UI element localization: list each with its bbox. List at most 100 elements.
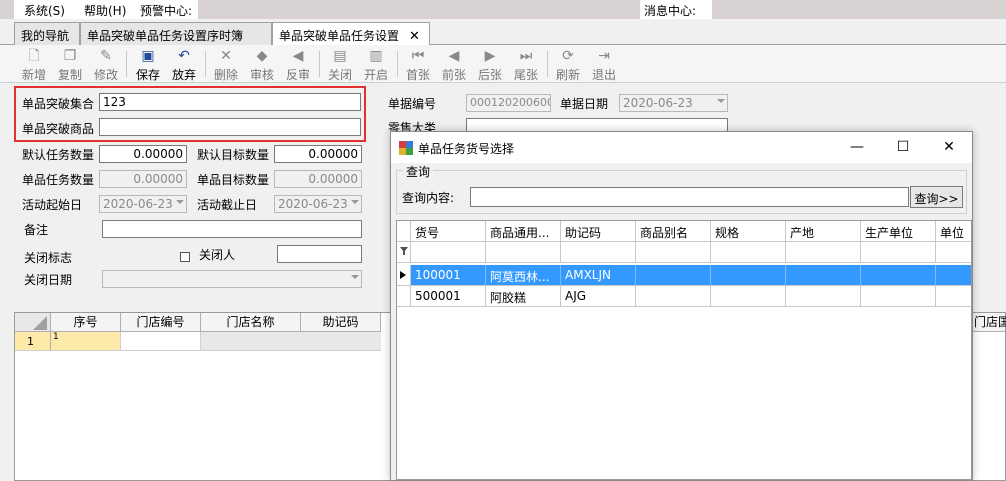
- table-row[interactable]: 500001 阿胶糕 AJG: [397, 286, 971, 307]
- column-header[interactable]: 门店国: [970, 313, 1006, 332]
- dialog-title-bar[interactable]: 单品任务货号选择 — ☐ ✕: [391, 132, 972, 163]
- name-cell[interactable]: 阿莫西林...: [486, 265, 561, 286]
- alias-cell[interactable]: [636, 286, 711, 307]
- filter-cell[interactable]: [636, 242, 711, 263]
- delete-icon: ✕: [220, 48, 232, 64]
- filter-cell[interactable]: [486, 242, 561, 263]
- column-header[interactable]: 单位: [936, 221, 971, 242]
- discard-button[interactable]: ↶ 放弃: [167, 47, 201, 82]
- first-button[interactable]: ⏮ 首张: [401, 47, 435, 82]
- toolbar-separator: [547, 51, 548, 77]
- app-icon: [399, 141, 413, 155]
- maker-cell[interactable]: [861, 265, 936, 286]
- column-header[interactable]: 商品通用...: [486, 221, 561, 242]
- code-cell[interactable]: 500001: [411, 286, 486, 307]
- sequence-cell[interactable]: 1: [51, 332, 121, 351]
- edit-button[interactable]: ✎ 修改: [89, 47, 123, 82]
- column-header[interactable]: 门店名称: [201, 313, 301, 332]
- column-header[interactable]: 门店编号: [121, 313, 201, 332]
- spec-cell[interactable]: [711, 286, 786, 307]
- menu-alert-center[interactable]: 预警中心:: [140, 2, 192, 19]
- row-number[interactable]: 1: [15, 332, 51, 351]
- column-header[interactable]: 助记码: [301, 313, 381, 332]
- close-button[interactable]: ✕: [939, 138, 959, 156]
- category-input[interactable]: [466, 118, 728, 131]
- new-button[interactable]: 🗋 新增: [17, 47, 51, 82]
- origin-cell[interactable]: [786, 265, 861, 286]
- chevron-down-icon[interactable]: [351, 275, 359, 279]
- close-date-input[interactable]: [102, 270, 362, 288]
- close-icon[interactable]: ✕: [409, 29, 420, 44]
- default-target-input[interactable]: 0.00000: [274, 145, 362, 163]
- origin-cell[interactable]: [786, 286, 861, 307]
- select-all-icon: [33, 316, 47, 330]
- unapprove-button[interactable]: ◀ 反审: [281, 47, 315, 82]
- maker-cell[interactable]: [861, 286, 936, 307]
- delete-button[interactable]: ✕ 删除: [209, 47, 243, 82]
- filter-icon[interactable]: [397, 242, 411, 263]
- filter-cell[interactable]: [711, 242, 786, 263]
- column-header[interactable]: 助记码: [561, 221, 636, 242]
- start-date-value: 2020-06-23: [103, 197, 173, 211]
- refresh-button[interactable]: ⟳ 刷新: [551, 47, 585, 82]
- name-cell[interactable]: 阿胶糕: [486, 286, 561, 307]
- item-target-input[interactable]: 0.00000: [274, 170, 362, 188]
- exit-button[interactable]: ⇥ 退出: [587, 47, 621, 82]
- unit-cell[interactable]: [936, 265, 971, 286]
- menu-system[interactable]: 系统(S): [24, 2, 65, 19]
- column-header[interactable]: 产地: [786, 221, 861, 242]
- chevron-down-icon[interactable]: [717, 99, 725, 103]
- column-header[interactable]: 生产单位: [861, 221, 936, 242]
- query-input[interactable]: [470, 187, 909, 207]
- start-date-input[interactable]: 2020-06-23: [99, 195, 187, 213]
- column-header[interactable]: 序号: [51, 313, 121, 332]
- tab-task-setting[interactable]: 单品突破单品任务设置 ✕: [272, 22, 430, 46]
- filter-cell[interactable]: [861, 242, 936, 263]
- mnemonic-cell[interactable]: AMXLJN: [561, 265, 636, 286]
- close-flag-checkbox[interactable]: [180, 252, 190, 262]
- mnemonic-cell[interactable]: AJG: [561, 286, 636, 307]
- code-cell[interactable]: 100001: [411, 265, 486, 286]
- doc-date-input[interactable]: 2020-06-23: [619, 94, 728, 112]
- chevron-down-icon[interactable]: [176, 200, 184, 204]
- copy-button[interactable]: ❐ 复制: [53, 47, 87, 82]
- menu-help[interactable]: 帮助(H): [84, 2, 126, 19]
- close-date-label: 关闭日期: [24, 273, 73, 287]
- store-name-cell[interactable]: [201, 332, 381, 351]
- unit-cell[interactable]: [936, 286, 971, 307]
- maximize-button[interactable]: ☐: [893, 138, 913, 156]
- chevron-down-icon[interactable]: [351, 200, 359, 204]
- prev-button[interactable]: ◀ 前张: [437, 47, 471, 82]
- column-header[interactable]: 规格: [711, 221, 786, 242]
- filter-cell[interactable]: [786, 242, 861, 263]
- store-code-cell[interactable]: [121, 332, 201, 351]
- column-header[interactable]: 商品别名: [636, 221, 711, 242]
- default-task-input[interactable]: 0.00000: [99, 145, 187, 163]
- alias-cell[interactable]: [636, 265, 711, 286]
- set-input[interactable]: 123: [99, 93, 361, 111]
- approve-button[interactable]: ◆ 审核: [245, 47, 279, 82]
- minimize-button[interactable]: —: [847, 138, 867, 156]
- spec-cell[interactable]: [711, 265, 786, 286]
- column-header[interactable]: 货号: [411, 221, 486, 242]
- filter-cell[interactable]: [561, 242, 636, 263]
- filter-cell[interactable]: [411, 242, 486, 263]
- open-doc-button[interactable]: ▥ 开启: [359, 47, 393, 82]
- filter-cell[interactable]: [936, 242, 971, 263]
- tab-task-list[interactable]: 单品突破单品任务设置序时簿: [80, 22, 272, 45]
- menu-message-center[interactable]: 消息中心:: [644, 2, 696, 19]
- closer-input[interactable]: [277, 245, 362, 263]
- grid-corner[interactable]: [15, 313, 51, 332]
- last-button[interactable]: ⏭ 尾张: [509, 47, 543, 82]
- remark-input[interactable]: [102, 220, 362, 238]
- table-row[interactable]: 100001 阿莫西林... AMXLJN: [397, 265, 971, 286]
- next-button[interactable]: ▶ 后张: [473, 47, 507, 82]
- product-input[interactable]: [99, 118, 361, 136]
- end-date-input[interactable]: 2020-06-23: [274, 195, 362, 213]
- doc-no-input[interactable]: 0001202006000:: [466, 94, 551, 112]
- item-task-input[interactable]: 0.00000: [99, 170, 187, 188]
- query-button[interactable]: 查询>>: [910, 186, 963, 208]
- save-button[interactable]: ▣ 保存: [131, 47, 165, 82]
- tab-my-navigation[interactable]: 我的导航: [14, 22, 80, 45]
- close-doc-button[interactable]: ▤ 关闭: [323, 47, 357, 82]
